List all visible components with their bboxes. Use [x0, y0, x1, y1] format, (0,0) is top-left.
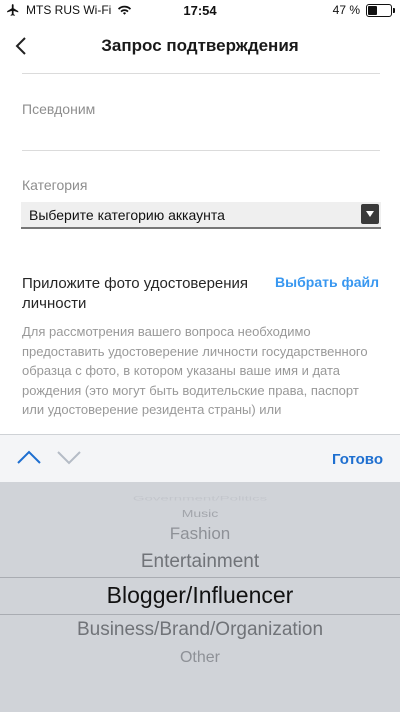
nav-bar: Запрос подтверждения	[0, 24, 400, 70]
picker-item[interactable]: Entertainment	[0, 551, 400, 573]
picker-item[interactable]: Fashion	[0, 524, 400, 544]
picker-item[interactable]: Business/Brand/Organization	[0, 619, 400, 641]
category-select[interactable]: Выберите категорию аккаунта	[21, 202, 381, 229]
battery-fill	[368, 5, 378, 15]
picker-item-selected[interactable]: Blogger/Influencer	[0, 582, 400, 609]
dropdown-arrow-icon	[361, 204, 379, 224]
status-right: 47 %	[332, 3, 395, 17]
battery-icon	[366, 3, 395, 17]
divider	[22, 150, 380, 151]
picker-selection-bottom	[0, 614, 400, 615]
picker-item[interactable]: Music	[0, 507, 400, 519]
keyboard-toolbar: Готово	[0, 434, 400, 482]
choose-file-button[interactable]: Выбрать файл	[275, 274, 379, 290]
picker-selection-top	[0, 577, 400, 578]
chevron-down-icon[interactable]	[56, 449, 82, 465]
attach-description: Для рассмотрения вашего вопроса необходи…	[22, 324, 368, 417]
category-picker[interactable]: Government/Politics Music Fashion Entert…	[0, 482, 400, 712]
chevron-up-icon[interactable]	[16, 449, 42, 465]
picker-item[interactable]: Government/Politics	[0, 495, 400, 503]
category-select-value: Выберите категорию аккаунта	[29, 207, 225, 223]
page-title: Запрос подтверждения	[101, 36, 299, 55]
divider	[22, 73, 380, 74]
battery-percent: 47 %	[332, 3, 360, 17]
picker-item[interactable]: Other	[0, 649, 400, 667]
pseudonym-field[interactable]: Псевдоним	[22, 101, 95, 117]
status-bar: MTS RUS Wi-Fi 17:54 47 %	[0, 0, 400, 24]
attach-id-title: Приложите фото удостоверения личности	[22, 275, 249, 312]
category-label: Категория	[22, 177, 88, 193]
done-button[interactable]: Готово	[332, 451, 383, 468]
